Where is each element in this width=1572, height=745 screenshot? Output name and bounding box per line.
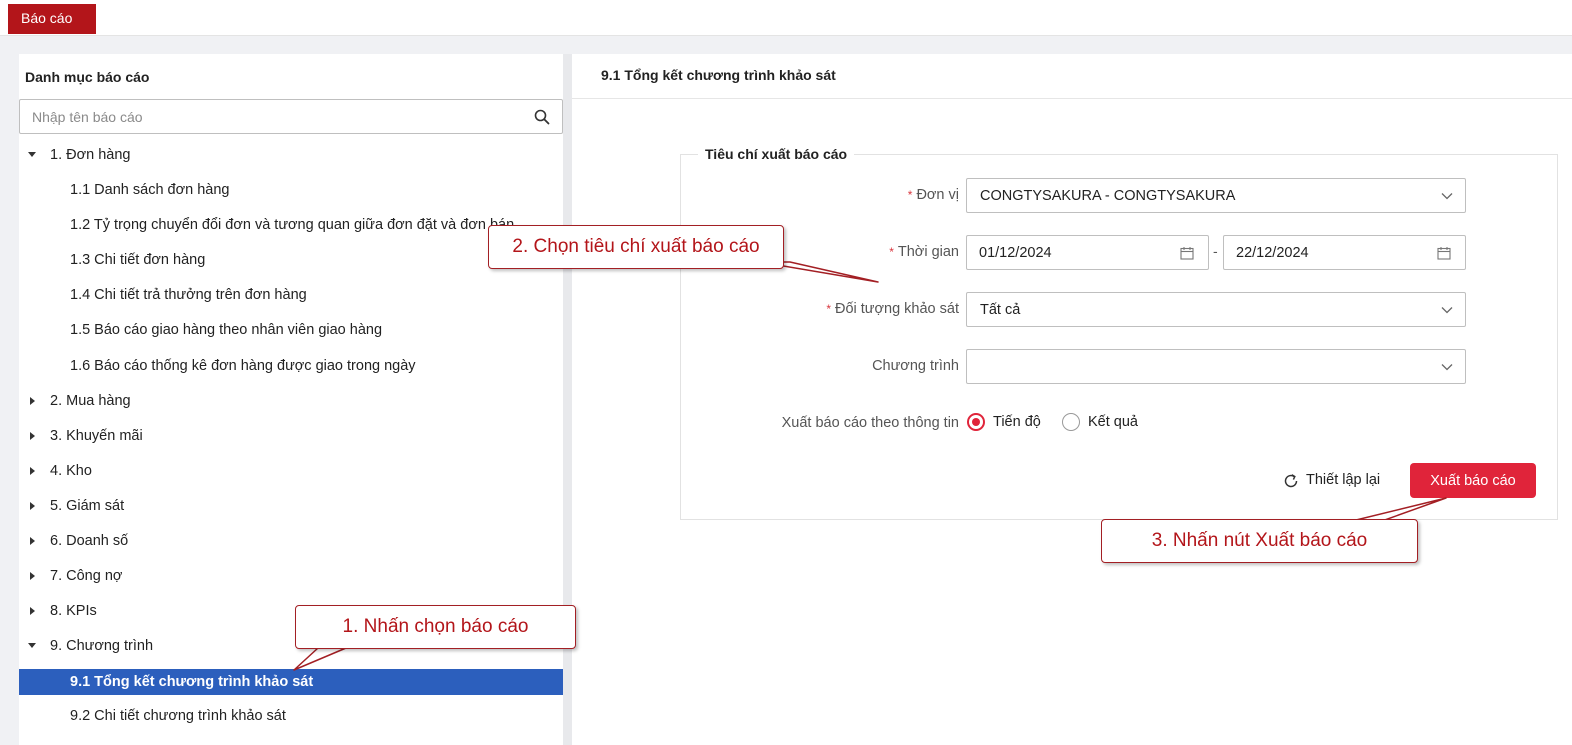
search-icon[interactable] bbox=[534, 109, 550, 125]
callout-step3: 3. Nhấn nút Xuất báo cáo bbox=[1101, 519, 1418, 563]
catalog-title: Danh mục báo cáo bbox=[25, 69, 150, 85]
tree-item-label: 9.2 Chi tiết chương trình khảo sát bbox=[70, 708, 286, 725]
tree-item-label: 1.4 Chi tiết trả thưởng trên đơn hàng bbox=[70, 287, 307, 304]
caret-down-icon[interactable] bbox=[28, 152, 36, 157]
tree-group-item[interactable]: 7. Công nợ bbox=[19, 559, 563, 594]
search-box bbox=[19, 99, 563, 134]
target-label-text: Đối tượng khảo sát bbox=[834, 301, 959, 317]
radio-result[interactable] bbox=[1062, 413, 1080, 431]
required-marker: * bbox=[826, 302, 831, 316]
time-row: * Thời gian 01/12/2024 - 22/12/2024 bbox=[681, 235, 1559, 270]
required-marker: * bbox=[907, 188, 913, 202]
tree-item-label: 4. Kho bbox=[50, 462, 92, 479]
calendar-icon bbox=[1180, 247, 1194, 260]
top-tab-bar: Báo cáo bbox=[0, 0, 1572, 36]
tree-item-label: 8. KPIs bbox=[50, 603, 97, 620]
radio-progress-label[interactable]: Tiến độ bbox=[993, 414, 1041, 430]
tree-group-item[interactable]: 6. Doanh số bbox=[19, 524, 563, 559]
radio-progress[interactable] bbox=[967, 413, 985, 431]
caret-right-icon[interactable] bbox=[30, 537, 35, 546]
tree-item-label: 2. Mua hàng bbox=[50, 392, 131, 409]
required-marker: * bbox=[889, 245, 894, 259]
criteria-legend: Tiêu chí xuất báo cáo bbox=[698, 146, 855, 162]
report-title: 9.1 Tổng kết chương trình khảo sát bbox=[601, 67, 836, 83]
tree-report-item[interactable]: 1.3 Chi tiết đơn hàng bbox=[19, 243, 563, 278]
tree-item-label: 3. Khuyến mãi bbox=[50, 427, 143, 444]
tree-group-item[interactable]: 1. Đơn hàng bbox=[19, 138, 563, 173]
tree-item-label: 1.1 Danh sách đơn hàng bbox=[70, 182, 230, 199]
tree-item-label: 1.6 Báo cáo thống kê đơn hàng được giao … bbox=[70, 357, 416, 374]
unit-row: * Đơn vị CONGTYSAKURA - CONGTYSAKURA bbox=[681, 178, 1559, 213]
tree-report-item[interactable]: 1.5 Báo cáo giao hàng theo nhân viên gia… bbox=[19, 313, 563, 348]
tree-item-label: 1. Đơn hàng bbox=[50, 147, 131, 163]
export-report-button[interactable]: Xuất báo cáo bbox=[1410, 463, 1536, 498]
tree-item-label: 6. Doanh số bbox=[50, 533, 129, 550]
tree-item-label: 5. Giám sát bbox=[50, 497, 125, 514]
tree-item-label: 1.2 Tỷ trọng chuyển đổi đơn và tương qua… bbox=[70, 217, 515, 234]
tree-group-item[interactable]: 2. Mua hàng bbox=[19, 384, 563, 419]
tree-item-label: 9.1 Tổng kết chương trình khảo sát bbox=[70, 673, 314, 690]
chevron-down-icon bbox=[1441, 193, 1453, 200]
program-row: Chương trình bbox=[681, 349, 1559, 384]
date-separator: - bbox=[1213, 243, 1218, 259]
caret-down-icon[interactable] bbox=[28, 643, 36, 649]
date-to-value: 22/12/2024 bbox=[1236, 245, 1309, 261]
unit-label: * Đơn vị bbox=[908, 187, 959, 203]
chevron-down-icon bbox=[1441, 364, 1453, 371]
reset-label: Thiết lập lại bbox=[1306, 472, 1381, 488]
unit-label-text: Đơn vị bbox=[916, 187, 959, 203]
criteria-fieldset: Tiêu chí xuất báo cáo * Đơn vị CONGTYSAKU… bbox=[680, 146, 1559, 520]
target-label: * Đối tượng khảo sát bbox=[826, 301, 959, 317]
chevron-down-icon bbox=[1441, 307, 1453, 314]
tab-bao-cao[interactable]: Báo cáo bbox=[8, 4, 96, 34]
caret-right-icon[interactable] bbox=[30, 501, 35, 510]
program-select[interactable] bbox=[966, 349, 1466, 384]
callout-step1: 1. Nhấn chọn báo cáo bbox=[295, 605, 576, 649]
tree-report-item[interactable]: 1.6 Báo cáo thống kê đơn hàng được giao … bbox=[19, 349, 563, 384]
export-by-row: Xuất báo cáo theo thông tin Tiến độ Kết … bbox=[681, 406, 1559, 441]
tree-item-label: 7. Công nợ bbox=[50, 568, 123, 585]
report-header: 9.1 Tổng kết chương trình khảo sát bbox=[572, 54, 1572, 99]
target-row: * Đối tượng khảo sát Tất cả bbox=[681, 292, 1559, 327]
calendar-icon bbox=[1437, 247, 1451, 260]
tree-group-item[interactable]: 3. Khuyến mãi bbox=[19, 419, 563, 454]
tree-report-item[interactable]: 1.4 Chi tiết trả thưởng trên đơn hàng bbox=[19, 278, 563, 313]
caret-right-icon[interactable] bbox=[30, 607, 35, 616]
time-label: * Thời gian bbox=[889, 244, 959, 260]
tree-item-label: 1.3 Chi tiết đơn hàng bbox=[70, 252, 206, 269]
callout-step2: 2. Chọn tiêu chí xuất báo cáo bbox=[488, 225, 784, 269]
tree-report-item[interactable]: 1.2 Tỷ trọng chuyển đổi đơn và tương qua… bbox=[19, 208, 563, 243]
target-select[interactable]: Tất cả bbox=[966, 292, 1466, 327]
unit-value: CONGTYSAKURA - CONGTYSAKURA bbox=[980, 188, 1236, 204]
caret-right-icon[interactable] bbox=[30, 396, 35, 405]
search-input[interactable] bbox=[21, 101, 521, 132]
tree-group-item[interactable]: 5. Giám sát bbox=[19, 489, 563, 524]
tree-report-item[interactable]: 1.1 Danh sách đơn hàng bbox=[19, 173, 563, 208]
date-from-input[interactable]: 01/12/2024 bbox=[966, 235, 1209, 270]
program-label: Chương trình bbox=[872, 358, 959, 374]
tree-item-label: 9. Chương trình bbox=[50, 638, 154, 655]
date-to-input[interactable]: 22/12/2024 bbox=[1223, 235, 1466, 270]
reload-icon bbox=[1284, 474, 1298, 488]
report-detail-panel: 9.1 Tổng kết chương trình khảo sát Tiêu … bbox=[572, 54, 1572, 745]
target-value: Tất cả bbox=[980, 302, 1021, 318]
time-label-text: Thời gian bbox=[897, 244, 959, 260]
export-by-label: Xuất báo cáo theo thông tin bbox=[781, 415, 959, 431]
caret-right-icon[interactable] bbox=[30, 466, 35, 475]
reset-button[interactable]: Thiết lập lại bbox=[1273, 464, 1397, 498]
caret-right-icon[interactable] bbox=[30, 572, 35, 581]
tree-item-label: 1.5 Báo cáo giao hàng theo nhân viên gia… bbox=[70, 322, 383, 339]
tree-group-item[interactable]: 4. Kho bbox=[19, 454, 563, 489]
caret-right-icon[interactable] bbox=[30, 431, 35, 440]
tree-report-item[interactable]: 9.1 Tổng kết chương trình khảo sát bbox=[19, 668, 563, 695]
unit-select[interactable]: CONGTYSAKURA - CONGTYSAKURA bbox=[966, 178, 1466, 213]
radio-result-label[interactable]: Kết quả bbox=[1088, 414, 1138, 430]
tree-report-item[interactable]: 9.2 Chi tiết chương trình khảo sát bbox=[19, 699, 563, 734]
date-from-value: 01/12/2024 bbox=[979, 245, 1052, 261]
